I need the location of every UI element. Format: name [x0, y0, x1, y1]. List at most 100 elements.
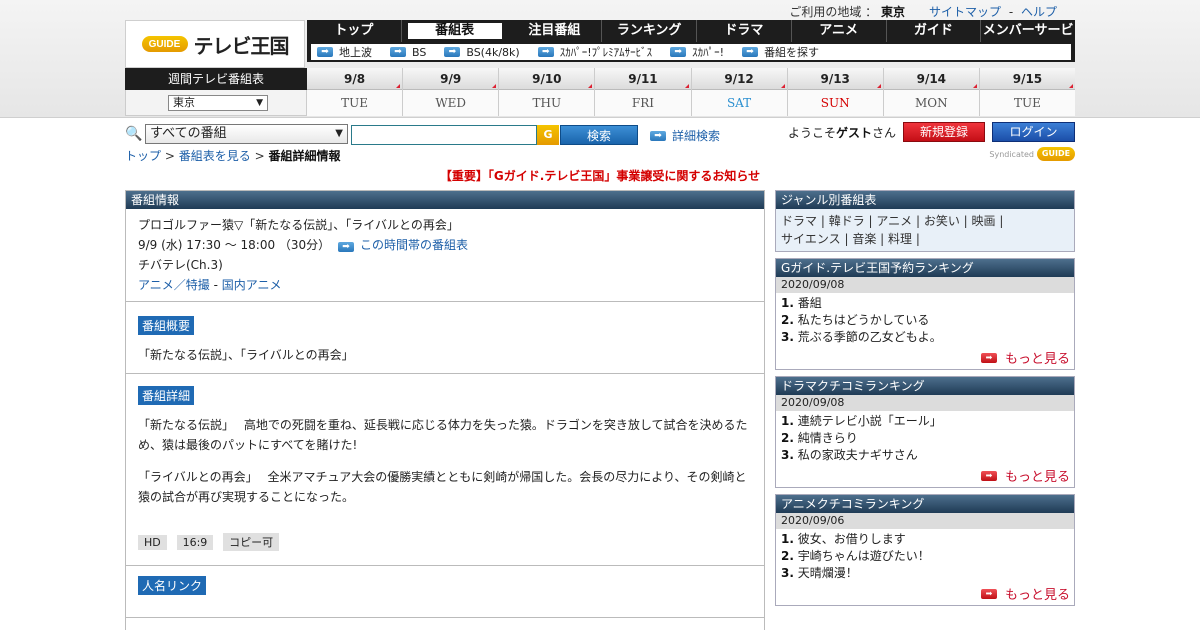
- arrow-right-icon: ➡: [980, 352, 997, 363]
- day-tab[interactable]: 9/15 TUE: [979, 68, 1075, 116]
- genre-link-anime[interactable]: アニメ／特撮: [138, 278, 210, 292]
- people-label: 人名リンク: [138, 576, 207, 595]
- region-selector-area: 東京 ▼: [125, 90, 307, 116]
- day-tab[interactable]: 9/11 FRI: [595, 68, 692, 116]
- ranking-header: ドラマクチコミランキング: [776, 377, 1074, 395]
- arrow-right-icon: ➡: [444, 47, 461, 57]
- day-weekday: TUE: [307, 90, 403, 116]
- nav-member[interactable]: メンバーサービス: [981, 20, 1075, 60]
- ranking-item[interactable]: 1. 連続テレビ小説「エール」: [781, 413, 1069, 430]
- arrow-right-icon: ➡: [537, 47, 554, 57]
- more-label: もっと見る: [1004, 470, 1070, 485]
- ranking-item[interactable]: 1. 彼女、お借りします: [781, 531, 1069, 548]
- day-weekday: SUN: [787, 90, 883, 116]
- day-date: 9/15: [979, 68, 1075, 90]
- genre-movie[interactable]: 映画: [972, 214, 996, 228]
- nav-drama[interactable]: ドラマ: [697, 20, 792, 42]
- detail-text-2: 「ライバルとの再会」 全米アマチュア大会の優勝実績とともに剣崎が帰国した。会長の…: [138, 470, 747, 504]
- login-button[interactable]: ログイン: [992, 122, 1075, 142]
- subnav-terrestrial[interactable]: ➡ 地上波: [317, 44, 372, 60]
- day-tab[interactable]: 9/10 THU: [499, 68, 596, 116]
- area-value: 東京: [880, 5, 905, 19]
- region-select[interactable]: 東京 ▼: [168, 95, 268, 111]
- subnav-bs[interactable]: ➡ BS: [390, 46, 426, 59]
- more-link[interactable]: ➡ もっと見る: [776, 584, 1074, 605]
- day-weekday: SAT: [691, 90, 787, 116]
- crumb-top[interactable]: トップ: [125, 149, 161, 163]
- more-link[interactable]: ➡ もっと見る: [776, 466, 1074, 487]
- ranking-item[interactable]: 2. 純情きらり: [781, 430, 1069, 447]
- crumb-current: 番組詳細情報: [268, 149, 341, 163]
- nav-ranking[interactable]: ランキング: [602, 20, 697, 42]
- subnav-label: 地上波: [339, 46, 372, 59]
- spec-tags: HD 16:9 コピー可: [138, 533, 752, 551]
- arrow-right-icon: ➡: [390, 47, 406, 57]
- subnav-skyperfect[interactable]: ➡ ｽｶﾊﾟｰ!: [670, 44, 724, 60]
- genre-select-value: すべての番組: [150, 126, 227, 141]
- register-button[interactable]: 新規登録: [903, 122, 985, 142]
- advanced-search-label: 詳細検索: [672, 129, 721, 143]
- ranking-header: アニメクチコミランキング: [776, 495, 1074, 513]
- subnav-search[interactable]: ➡ 番組を探す: [742, 44, 819, 60]
- genre-science[interactable]: サイエンス: [781, 232, 841, 246]
- genre-music[interactable]: 音楽: [852, 232, 876, 246]
- genre-link-domestic[interactable]: 国内アニメ: [222, 278, 282, 292]
- main-nav: トップ 番組表 注目番組 ランキング ドラマ アニメ ガイド メンバーサービス: [307, 20, 1075, 60]
- more-label: もっと見る: [1004, 352, 1070, 367]
- genre-drama[interactable]: ドラマ: [781, 214, 817, 228]
- region-value: 東京: [173, 96, 195, 109]
- subnav-skyperfect-premium[interactable]: ➡ ｽｶﾊﾟｰ!ﾌﾟﾚﾐｱﾑｻｰﾋﾞｽ: [537, 44, 652, 60]
- help-link[interactable]: ヘルプ: [1021, 5, 1057, 19]
- search-input[interactable]: [351, 125, 537, 145]
- day-date: 9/8: [307, 68, 403, 90]
- site-logo[interactable]: GUIDE テレビ王国: [125, 20, 305, 68]
- nav-listing[interactable]: 番組表: [407, 23, 502, 39]
- area-indicator: ご利用の地域 ： 東京: [789, 3, 905, 20]
- logo-text: テレビ王国: [193, 33, 290, 58]
- genre-kdrama[interactable]: 韓ドラ: [829, 214, 865, 228]
- nav-featured[interactable]: 注目番組: [508, 20, 603, 42]
- genre-comedy[interactable]: お笑い: [924, 214, 960, 228]
- genre-anime[interactable]: アニメ: [876, 214, 912, 228]
- subnav-bs4k[interactable]: ➡ BS(4k/8k): [444, 45, 520, 59]
- ranking-item[interactable]: 2. 私たちはどうかしている: [781, 312, 1069, 329]
- ranking-item[interactable]: 3. 荒ぶる季節の乙女どもよ。: [781, 329, 1069, 346]
- nav-top[interactable]: トップ: [307, 20, 402, 42]
- ranking-item[interactable]: 3. 私の家政夫ナギサさん: [781, 447, 1069, 464]
- genre-cooking[interactable]: 料理: [888, 232, 912, 246]
- day-tab[interactable]: 9/9 WED: [403, 68, 500, 116]
- ranking-item[interactable]: 3. 天晴爛漫！: [781, 565, 1069, 582]
- subnav-label: BS(4k/8k): [466, 45, 520, 59]
- day-weekday: WED: [403, 90, 499, 116]
- day-date: 9/13: [787, 68, 883, 90]
- day-tab[interactable]: 9/13 SUN: [787, 68, 884, 116]
- ranking-item-label: 私の家政夫ナギサさん: [797, 448, 918, 462]
- timeslot-link[interactable]: この時間帯の番組表: [360, 238, 468, 252]
- detail-label: 番組詳細: [138, 386, 195, 405]
- genre-select[interactable]: すべての番組 ▼: [145, 124, 348, 144]
- crumb-listing[interactable]: 番組表を見る: [179, 149, 251, 163]
- notice-link[interactable]: 【重要】「Gガイド.テレビ王国」事業譲受に関するお知らせ: [440, 169, 760, 183]
- nav-anime[interactable]: アニメ: [792, 20, 887, 42]
- more-link[interactable]: ➡ もっと見る: [776, 348, 1074, 369]
- day-tab[interactable]: 9/12 SAT: [691, 68, 788, 116]
- day-tab[interactable]: 9/14 MON: [883, 68, 980, 116]
- arrow-right-icon: ➡: [980, 588, 997, 599]
- ranking-item[interactable]: 2. 宇崎ちゃんは遊びたい！: [781, 548, 1069, 565]
- day-weekday: THU: [499, 90, 595, 116]
- sitemap-link[interactable]: サイトマップ: [929, 5, 1001, 19]
- search-button[interactable]: 検索: [560, 125, 638, 145]
- subnav-label: ｽｶﾊﾟｰ!: [692, 46, 725, 59]
- day-tab[interactable]: 9/8 TUE: [307, 68, 404, 116]
- arrow-right-icon: ➡: [650, 130, 666, 141]
- weekly-listing-title[interactable]: 週間テレビ番組表: [125, 68, 307, 90]
- program-basic: プロゴルファー猿▽「新たなる伝説」、「ライバルとの再会」 9/9 (水) 17:…: [126, 209, 764, 302]
- ranking-item[interactable]: 1. 番組: [781, 295, 1069, 312]
- ranking-box-drama: ドラマクチコミランキング 2020/09/08 1. 連続テレビ小説「エール」 …: [775, 376, 1075, 488]
- utility-links: サイトマップ - ヘルプ: [929, 3, 1057, 20]
- arrow-right-icon: ➡: [317, 47, 333, 57]
- nav-guide[interactable]: ガイド: [887, 20, 982, 42]
- advanced-search-link[interactable]: ➡ 詳細検索: [650, 127, 720, 144]
- summary-text: 「新たなる伝説」、「ライバルとの再会」: [138, 348, 354, 362]
- syndicated-logo: Syndicated GUIDE: [989, 147, 1075, 161]
